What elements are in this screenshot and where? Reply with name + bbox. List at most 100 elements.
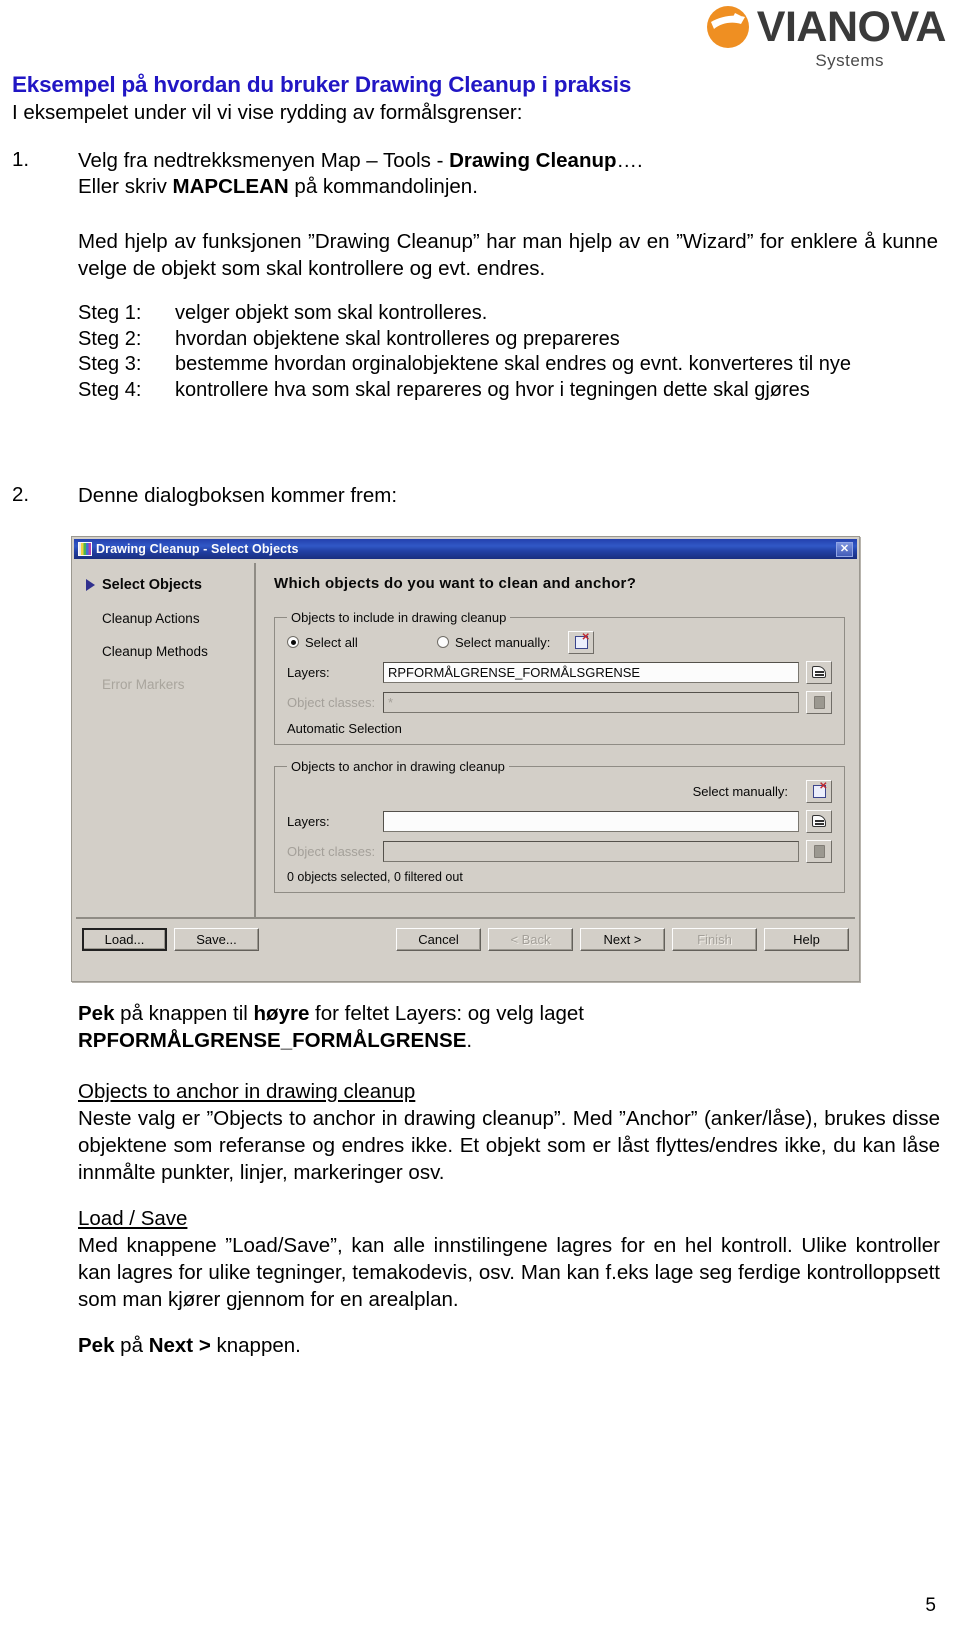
- load-button[interactable]: Load...: [82, 928, 167, 951]
- include-object-classes-row: Object classes: *: [287, 689, 832, 715]
- step-label: Steg 3:: [78, 353, 142, 375]
- layer-name-bold: RPFORMÅLGRENSE_FORMÅLGRENSE: [78, 1029, 467, 1052]
- anchor-select-manually-row: Select manually:: [287, 778, 832, 804]
- page-title: Eksempel på hvordan du bruker Drawing Cl…: [12, 72, 632, 97]
- step-text: bestemme hvordan orginalobjektene skal e…: [175, 353, 851, 375]
- anchor-select-manually-label: Select manually:: [692, 783, 788, 799]
- include-layers-input[interactable]: RPFORMÅLGRENSE_FORMÅLSGRENSE: [383, 661, 799, 683]
- step-text: kontrollere hva som skal repareres og hv…: [175, 378, 810, 401]
- list-item-1-line1-bold: Drawing Cleanup: [449, 149, 617, 172]
- radio-icon: [437, 636, 449, 648]
- include-object-classes-input: *: [383, 691, 799, 713]
- page-number: 5: [925, 1595, 936, 1616]
- step-row: Steg 4: kontrollere hva som skal reparer…: [78, 378, 940, 404]
- instruction-paragraph-1-line2: RPFORMÅLGRENSE_FORMÅLGRENSE.: [78, 1027, 940, 1054]
- finish-button: Finish: [672, 928, 757, 951]
- brand-logo: VIANOVA Systems: [705, 2, 947, 71]
- step-text: hvordan objektene skal kontrolleres og p…: [175, 327, 620, 350]
- anchor-section-heading: Objects to anchor in drawing cleanup: [78, 1080, 416, 1103]
- anchor-object-classes-input: [383, 840, 799, 862]
- step-row: Steg 3: bestemme hvordan orginalobjekten…: [78, 352, 940, 378]
- list-item-1-line2-bold: MAPCLEAN: [172, 175, 289, 198]
- final-bold-pek: Pek: [78, 1334, 115, 1357]
- close-icon[interactable]: ✕: [836, 541, 853, 557]
- nav-item-select-objects[interactable]: Select Objects: [86, 577, 254, 593]
- instruction-paragraph-1: Pek på knappen til høyre for feltet Laye…: [78, 1000, 940, 1027]
- list-marker-2: 2.: [12, 483, 30, 506]
- nav-item-cleanup-methods[interactable]: Cleanup Methods: [86, 644, 254, 659]
- nav-item-label: Cleanup Actions: [102, 611, 200, 626]
- dialog-heading: Which objects do you want to clean and a…: [274, 575, 637, 592]
- dialog-title: Drawing Cleanup - Select Objects: [96, 542, 299, 556]
- dialog-titlebar: Drawing Cleanup - Select Objects ✕: [74, 539, 857, 559]
- instruction-paragraph-final: Pek på Next > knappen.: [78, 1332, 301, 1359]
- step-text: velger objekt som skal kontrolleres.: [175, 302, 488, 324]
- step-label: Steg 4:: [78, 378, 142, 401]
- nav-item-cleanup-actions[interactable]: Cleanup Actions: [86, 611, 254, 626]
- objects-to-anchor-group: Objects to anchor in drawing cleanup Sel…: [274, 759, 845, 893]
- select-manually-radio[interactable]: Select manually:: [437, 635, 550, 650]
- anchor-layers-label: Layers:: [287, 813, 330, 829]
- vianova-circle-swoosh-icon: [705, 4, 751, 50]
- objects-to-include-legend: Objects to include in drawing cleanup: [291, 610, 507, 625]
- final-bold-next: Next >: [148, 1334, 211, 1357]
- step-row: Steg 1: velger objekt som skal kontrolle…: [78, 301, 940, 327]
- page-subtitle: I eksempelet under vil vi vise rydding a…: [12, 101, 523, 124]
- anchor-layers-input[interactable]: [383, 810, 799, 832]
- intro-paragraph: Med hjelp av funksjonen ”Drawing Cleanup…: [78, 230, 938, 280]
- instruction-1-bold-pek: Pek: [78, 1002, 115, 1025]
- step-label: Steg 1:: [78, 302, 142, 324]
- dialog-wizard-nav: Select Objects Cleanup Actions Cleanup M…: [76, 563, 256, 917]
- instruction-1-part-d: for feltet Layers: og velg laget: [309, 1002, 584, 1025]
- objects-to-include-group: Objects to include in drawing cleanup Se…: [274, 610, 845, 745]
- brand-subtitle: Systems: [815, 51, 884, 70]
- anchor-object-classes-row: Object classes:: [287, 838, 832, 864]
- steps-list: Steg 1: velger objekt som skal kontrolle…: [78, 301, 940, 403]
- dialog-content-pane: Which objects do you want to clean and a…: [256, 563, 855, 917]
- anchor-object-classes-label-text: Object classes:: [287, 843, 376, 859]
- list-item-1-line1-pre: Velg fra nedtrekksmenyen Map – Tools -: [78, 149, 450, 172]
- selection-status-text: 0 objects selected, 0 filtered out: [287, 870, 463, 884]
- list-item-2: Denne dialogboksen kommer frem:: [78, 484, 398, 507]
- objects-to-anchor-legend: Objects to anchor in drawing cleanup: [291, 759, 505, 774]
- step-row: Steg 2: hvordan objektene skal kontrolle…: [78, 327, 940, 353]
- cancel-button[interactable]: Cancel: [396, 928, 481, 951]
- instruction-1-bold-hoyre: høyre: [253, 1002, 310, 1025]
- back-button: < Back: [488, 928, 573, 951]
- select-objects-icon[interactable]: [568, 630, 595, 654]
- app-window-icon: [78, 542, 92, 556]
- nav-item-label: Error Markers: [102, 677, 185, 692]
- selection-mode-row: Select all Select manually:: [287, 629, 832, 655]
- object-classes-icon: [806, 839, 832, 863]
- loadsave-section-paragraph: Med knappene ”Load/Save”, kan alle innst…: [78, 1234, 940, 1311]
- anchor-section-paragraph: Neste valg er ”Objects to anchor in draw…: [78, 1107, 940, 1184]
- instruction-1-part-b: på knappen til: [114, 1002, 254, 1025]
- select-all-radio[interactable]: Select all: [287, 635, 437, 650]
- anchor-layers-row: Layers:: [287, 808, 832, 834]
- brand-name: VIANOVA: [756, 2, 947, 51]
- nav-item-label: Cleanup Methods: [102, 644, 208, 659]
- layers-picker-icon[interactable]: [806, 809, 832, 833]
- layers-picker-icon[interactable]: [806, 660, 832, 684]
- help-button[interactable]: Help: [764, 928, 849, 951]
- save-button[interactable]: Save...: [174, 928, 259, 951]
- dialog-body: Select Objects Cleanup Actions Cleanup M…: [72, 559, 859, 917]
- include-layers-row: Layers: RPFORMÅLGRENSE_FORMÅLSGRENSE: [287, 659, 832, 685]
- list-item-1: Velg fra nedtrekksmenyen Map – Tools - D…: [78, 148, 938, 200]
- select-all-label: Select all: [305, 634, 358, 650]
- radio-icon: [287, 636, 299, 648]
- list-item-1-line1-post: ….: [616, 149, 643, 172]
- triangle-right-icon: [86, 579, 95, 591]
- select-manually-label: Select manually:: [455, 634, 551, 650]
- nav-item-label: Select Objects: [102, 577, 202, 593]
- drawing-cleanup-dialog-screenshot: Drawing Cleanup - Select Objects ✕ Selec…: [71, 536, 860, 982]
- final-part-b: på: [114, 1334, 149, 1357]
- include-object-classes-label-text: Object classes:: [287, 694, 376, 710]
- loadsave-section-heading: Load / Save: [78, 1207, 188, 1230]
- final-part-d: knappen.: [210, 1334, 301, 1357]
- next-button[interactable]: Next >: [580, 928, 665, 951]
- anchor-object-classes-label: Object classes:: [287, 844, 383, 859]
- list-item-1-line2-pre: Eller skriv: [78, 175, 173, 198]
- automatic-selection-label: Automatic Selection: [287, 721, 402, 736]
- select-objects-icon[interactable]: [806, 779, 832, 803]
